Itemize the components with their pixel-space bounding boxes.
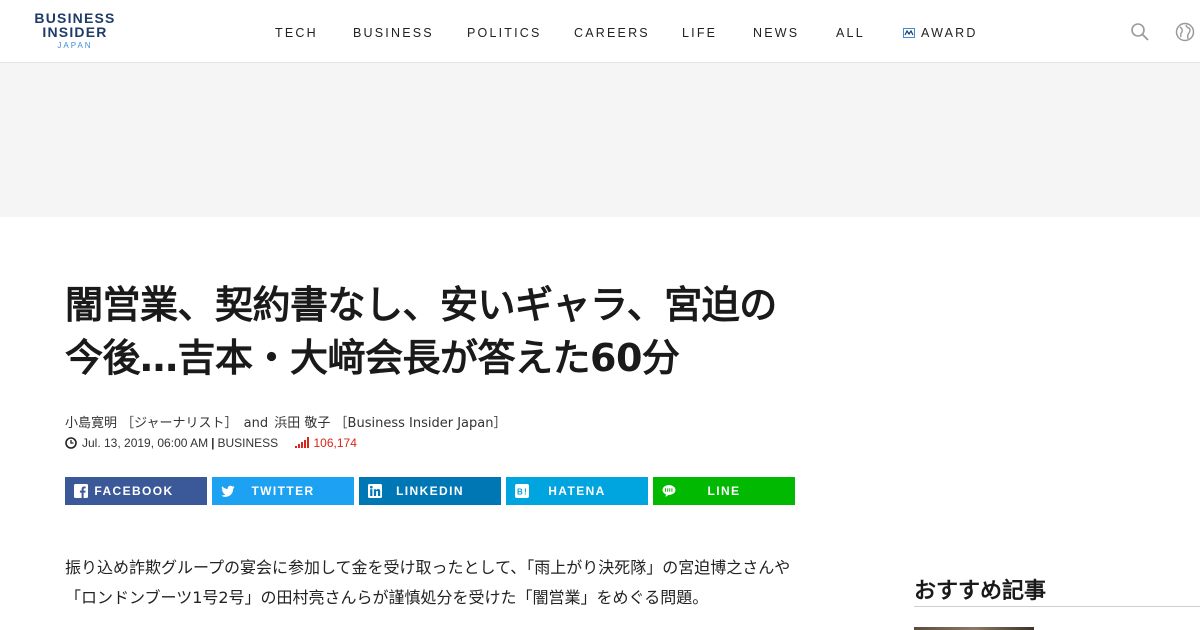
nav-item-business[interactable]: BUSINESS	[353, 26, 434, 40]
author-name-1[interactable]: 小島寛明	[65, 416, 117, 431]
meta-divider: |	[211, 436, 215, 450]
article-lead-paragraph: 振り込め詐欺グループの宴会に参加して金を受け取ったとして、「雨上がり決死隊」の宮…	[65, 558, 791, 607]
award-icon	[903, 28, 915, 38]
byline-and: and	[243, 416, 269, 431]
view-count-value: 106,174	[313, 436, 357, 450]
nav-item-tech[interactable]: TECH	[275, 26, 318, 40]
share-twitter-label: TWITTER	[251, 484, 315, 498]
globe-icon[interactable]	[1175, 22, 1195, 42]
sidebar-divider	[914, 606, 1200, 607]
facebook-icon	[74, 484, 88, 498]
logo-line-japan: JAPAN	[57, 41, 93, 50]
view-count: 106,174	[295, 436, 357, 450]
article-byline: 小島寛明 ［ジャーナリスト］ and 浜田 敬子 ［Business Insid…	[65, 412, 506, 431]
nav-item-award-label: AWARD	[921, 26, 978, 40]
search-icon[interactable]	[1130, 22, 1150, 42]
share-hatena-label: HATENA	[548, 484, 606, 498]
article-category[interactable]: BUSINESS	[217, 436, 278, 450]
share-hatena-button[interactable]: B! HATENA	[506, 477, 648, 505]
recommended-articles-heading: おすすめ記事	[914, 579, 1047, 604]
article-title: 闇営業、契約書なし、安いギャラ、宮迫の今後…吉本・大﨑会長が答えた60分	[65, 283, 777, 380]
logo-line-business: BUSINESS	[34, 10, 116, 26]
share-twitter-button[interactable]: TWITTER	[212, 477, 354, 505]
share-facebook-label: FACEBOOK	[94, 484, 174, 498]
clock-icon	[65, 437, 77, 449]
publish-date: Jul. 13, 2019, 06:00 AM	[82, 436, 209, 450]
logo-line-insider: INSIDER	[42, 24, 108, 40]
author-role-1: ［ジャーナリスト］	[121, 416, 238, 431]
share-linkedin-label: LINKEDIN	[396, 484, 464, 498]
author-name-2[interactable]: 浜田 敬子	[274, 416, 330, 431]
share-line-label: LINE	[707, 484, 741, 498]
site-header: BUSINESS INSIDER JAPAN TECH BUSINESS POL…	[0, 0, 1200, 63]
share-line-button[interactable]: LINE	[653, 477, 795, 505]
site-logo[interactable]: BUSINESS INSIDER JAPAN	[30, 11, 120, 51]
ad-banner-area	[0, 63, 1200, 217]
nav-item-careers[interactable]: CAREERS	[574, 26, 650, 40]
nav-item-all[interactable]: ALL	[836, 26, 865, 40]
share-facebook-button[interactable]: FACEBOOK	[65, 477, 207, 505]
share-linkedin-button[interactable]: LINKEDIN	[359, 477, 501, 505]
signal-bars-icon	[295, 437, 310, 448]
nav-item-politics[interactable]: POLITICS	[467, 26, 542, 40]
nav-item-life[interactable]: LIFE	[682, 26, 717, 40]
nav-item-award[interactable]: AWARD	[903, 26, 978, 40]
article-meta: Jul. 13, 2019, 06:00 AM | BUSINESS 106,174	[65, 436, 357, 450]
author-role-2: ［Business Insider Japan］	[334, 416, 507, 431]
nav-item-news[interactable]: NEWS	[753, 26, 799, 40]
